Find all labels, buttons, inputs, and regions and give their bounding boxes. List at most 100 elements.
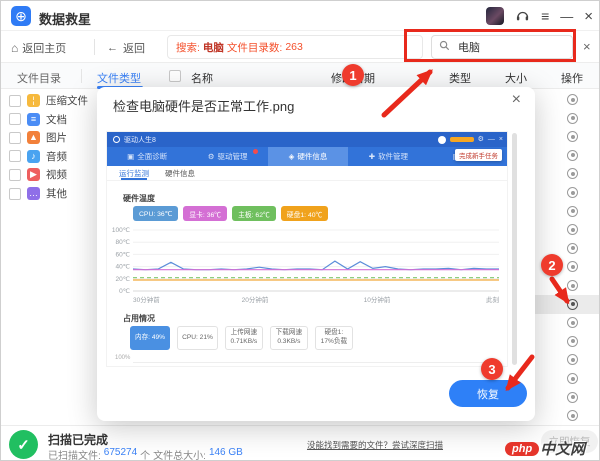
tab-file-directory[interactable]: 文件目录 — [17, 70, 61, 86]
preview-nav-tab-label: 硬件信息 — [297, 151, 327, 162]
table-row[interactable] — [533, 127, 600, 146]
app-window: ⊕ 数据救星 ≡ — × ⌂ 返回主页 ← 返回 搜索:电脑 文件目录数:263 — [0, 0, 600, 461]
eye-preview-icon[interactable] — [567, 354, 578, 365]
table-row[interactable] — [533, 183, 600, 202]
scan-success-icon: ✓ — [9, 430, 38, 459]
eye-preview-icon[interactable] — [567, 299, 578, 310]
close-icon[interactable]: × — [584, 8, 593, 25]
scan-stats: 已扫描文件: 675274 个 文件总大小: 146 GB — [48, 447, 243, 461]
eye-preview-icon[interactable] — [567, 410, 578, 421]
table-row[interactable] — [533, 369, 600, 388]
preview-app-titlebar: 驱动人生8 ⚙ — × — [107, 132, 508, 147]
usage-button-line1: 硬盘1: — [325, 329, 344, 338]
modal-title: 检查电脑硬件是否正常工作.png — [113, 96, 294, 115]
preview-sub-tab: 硬件信息 — [165, 166, 195, 180]
table-row[interactable] — [533, 90, 600, 109]
eye-preview-icon[interactable] — [567, 113, 578, 124]
table-row[interactable] — [533, 220, 600, 239]
image-icon: ▲ — [27, 131, 40, 144]
sidebar-item-label: 文档 — [46, 112, 67, 127]
user-avatar[interactable] — [486, 7, 504, 25]
back-home-button[interactable]: ⌂ 返回主页 — [11, 40, 66, 56]
eye-preview-icon[interactable] — [567, 187, 578, 198]
deep-scan-link[interactable]: 没能找到需要的文件？尝试深度扫描 — [307, 439, 443, 451]
search-summary: 搜索:电脑 文件目录数:263 — [167, 35, 423, 59]
select-all-checkbox[interactable] — [169, 70, 181, 82]
back-arrow-icon: ← — [107, 42, 118, 54]
table-row[interactable] — [533, 350, 600, 369]
app-logo-icon: ⊕ — [11, 6, 31, 26]
search-box[interactable] — [431, 35, 573, 59]
svg-text:此刻: 此刻 — [486, 295, 499, 304]
preview-nav-tab: ▣全面诊断 — [107, 147, 187, 166]
preview-app-title: 驱动人生8 — [124, 135, 156, 145]
table-row[interactable] — [533, 164, 600, 183]
temperature-button: 主板: 62℃ — [232, 206, 276, 221]
column-header: 名称 — [191, 70, 213, 86]
checkbox[interactable] — [9, 169, 21, 181]
usage-buttons: 内存: 49%CPU: 21%上传网速0.71KB/s下载网速0.3KB/s硬盘… — [130, 326, 353, 350]
usage-section-label: 占用情况 — [123, 313, 155, 324]
preview-sub-tab: 运行监测 — [119, 166, 149, 180]
eye-preview-icon[interactable] — [567, 392, 578, 403]
eye-preview-icon[interactable] — [567, 373, 578, 384]
temperature-section-label: 硬件温度 — [123, 193, 155, 204]
checkbox[interactable] — [9, 113, 21, 125]
modal-scrollbar[interactable] — [512, 133, 517, 365]
table-row[interactable] — [533, 295, 600, 314]
search-input[interactable] — [456, 40, 556, 54]
checkbox[interactable] — [9, 132, 21, 144]
eye-preview-icon[interactable] — [567, 131, 578, 142]
table-row[interactable] — [533, 332, 600, 351]
sidebar-item-label: 压缩文件 — [46, 93, 88, 108]
svg-text:40℃: 40℃ — [115, 264, 130, 271]
checkbox[interactable] — [9, 188, 21, 200]
table-row[interactable] — [533, 239, 600, 258]
eye-preview-icon[interactable] — [567, 280, 578, 291]
menu-icon[interactable]: ≡ — [541, 9, 549, 23]
tab-file-type[interactable]: 文件类型 — [97, 70, 141, 86]
software-icon: ✚ — [369, 152, 375, 161]
preview-gear-icon: ⚙ — [478, 136, 484, 143]
recover-button[interactable]: 恢复 — [449, 380, 527, 407]
back-button[interactable]: ← 返回 — [107, 40, 145, 56]
usage-gridline — [133, 362, 499, 363]
preview-modal: 检查电脑硬件是否正常工作.png × 驱动人生8 ⚙ — × 完成新手任务 ▣全… — [97, 87, 535, 421]
eye-preview-icon[interactable] — [567, 243, 578, 254]
table-row[interactable] — [533, 202, 600, 221]
usage-button: 上传网速0.71KB/s — [225, 326, 263, 350]
watermark-php-badge: php — [505, 442, 539, 456]
column-header: 操作 — [561, 70, 583, 86]
eye-preview-icon[interactable] — [567, 94, 578, 105]
preview-nav-tab: ◈硬件信息 — [268, 147, 348, 166]
scanned-files-unit: 个 — [140, 447, 150, 461]
table-row[interactable] — [533, 146, 600, 165]
checkbox[interactable] — [9, 150, 21, 162]
preview-nav-tab-label: 软件管理 — [378, 151, 408, 162]
eye-preview-icon[interactable] — [567, 168, 578, 179]
eye-preview-icon[interactable] — [567, 150, 578, 161]
temperature-button: CPU: 36℃ — [133, 206, 178, 221]
table-row[interactable] — [533, 313, 600, 332]
file-preview-image: 驱动人生8 ⚙ — × 完成新手任务 ▣全面诊断⚙驱动管理◈硬件信息✚软件管理▤… — [106, 131, 508, 367]
headset-icon[interactable] — [515, 8, 530, 24]
table-row[interactable] — [533, 388, 600, 407]
eye-preview-icon[interactable] — [567, 206, 578, 217]
usage-button-line2: 17%负载 — [321, 338, 347, 347]
table-row[interactable] — [533, 276, 600, 295]
svg-text:80℃: 80℃ — [115, 239, 130, 246]
eye-preview-icon[interactable] — [567, 261, 578, 272]
checkbox[interactable] — [9, 95, 21, 107]
usage-button: 硬盘1:17%负载 — [315, 326, 353, 350]
minimize-icon[interactable]: — — [560, 9, 573, 24]
eye-preview-icon[interactable] — [567, 224, 578, 235]
table-row[interactable] — [533, 109, 600, 128]
table-row[interactable] — [533, 406, 600, 425]
table-header-row: 文件目录 文件类型 名称修改日期类型大小操作 — [1, 63, 600, 89]
clear-search-icon[interactable]: × — [583, 40, 591, 53]
modal-close-icon[interactable]: × — [512, 92, 521, 108]
back-home-label: 返回主页 — [22, 40, 66, 56]
eye-preview-icon[interactable] — [567, 336, 578, 347]
eye-preview-icon[interactable] — [567, 317, 578, 328]
search-summary-keyword: 电脑 — [203, 40, 224, 55]
